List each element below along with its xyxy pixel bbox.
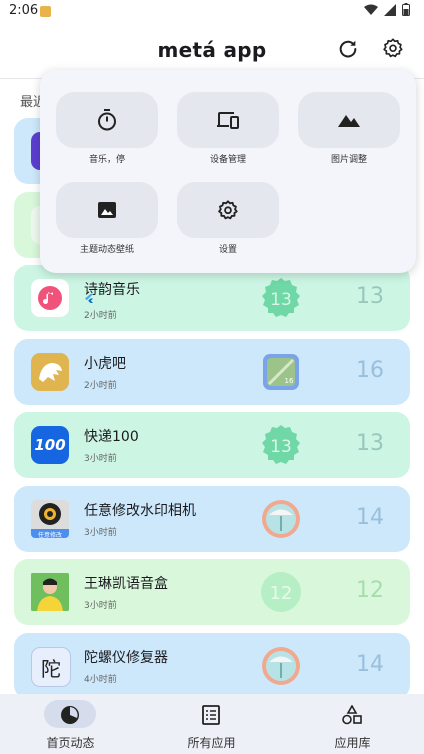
device-management-button[interactable]	[177, 92, 279, 148]
app-version: 14	[356, 505, 384, 530]
app-update-time: 3小时前	[84, 601, 117, 611]
app-version: 12	[356, 578, 384, 603]
signal-icon	[384, 3, 396, 16]
nav-label-app-library: 应用库	[334, 736, 371, 750]
music-stop-button[interactable]	[56, 92, 158, 148]
nav-item-app-library[interactable]: 应用库	[282, 694, 423, 754]
android-14-badge-icon	[262, 647, 300, 685]
list-icon	[202, 705, 220, 725]
status-bar: 2:06	[0, 0, 424, 24]
svg-text:13: 13	[270, 290, 292, 310]
settings-button[interactable]	[177, 182, 279, 238]
status-time: 2:06	[9, 3, 39, 18]
tiger-app-icon	[31, 353, 69, 391]
app-title: metá app	[157, 38, 267, 62]
notification-app-icon	[40, 6, 51, 17]
app-name: 小虎吧	[84, 356, 126, 372]
camera-app-icon: 任意修改	[31, 500, 69, 538]
app-name: 陀螺仪修复器	[84, 650, 168, 666]
svg-text:12: 12	[270, 583, 293, 604]
timer-icon	[98, 109, 116, 131]
voice-box-app-icon	[31, 573, 69, 611]
tiger-icon	[39, 363, 62, 382]
android-14-badge-icon	[262, 500, 300, 538]
home-feed-icon	[61, 706, 79, 724]
theme-wallpaper-button[interactable]	[56, 182, 158, 238]
nav-item-all-apps[interactable]: 所有应用	[141, 694, 282, 754]
refresh-icon[interactable]	[337, 38, 359, 60]
svg-text:13: 13	[270, 437, 292, 457]
music-app-icon	[31, 279, 69, 317]
image-adjust-button[interactable]	[298, 92, 400, 148]
app-version: 13	[356, 284, 384, 309]
android-13-badge-icon: 13	[262, 278, 300, 317]
quick-actions-panel: 音乐，停 设备管理 图片调整 主题动态壁纸 设置	[40, 70, 416, 273]
device-management-label: 设备管理	[209, 155, 246, 165]
app-version: 13	[356, 431, 384, 456]
android-13-badge-icon: 13	[262, 425, 300, 464]
app-card-xiaohuba[interactable]: 小虎吧 2小时前 16 16	[14, 339, 410, 405]
music-note-icon	[38, 286, 62, 310]
gear-icon	[218, 200, 238, 220]
app-card-watermark-camera[interactable]: 任意修改 任意修改水印相机 3小时前 14	[14, 486, 410, 552]
nav-label-home-feed: 首页动态	[46, 736, 95, 750]
kuaidi100-logo-text: 100	[34, 436, 66, 454]
wifi-icon	[364, 4, 378, 15]
shapes-icon	[342, 705, 362, 725]
app-card-voice-box[interactable]: 王琳凯语音盒 3小时前 12 12	[14, 559, 410, 625]
app-name: 任意修改水印相机	[84, 503, 196, 519]
camera-icon-caption: 任意修改	[37, 532, 62, 538]
app-update-time: 2小时前	[84, 311, 117, 321]
app-update-time: 3小时前	[84, 454, 117, 464]
svg-text:16: 16	[285, 377, 294, 385]
app-update-time: 4小时前	[84, 675, 117, 685]
android-12-badge-icon: 12	[261, 572, 301, 612]
settings-icon[interactable]	[382, 37, 404, 59]
app-card-shiyun-music[interactable]: 诗韵音乐 2小时前 13 13	[14, 265, 410, 331]
app-update-time: 2小时前	[84, 381, 117, 391]
landscape-icon	[338, 115, 360, 127]
app-version: 14	[356, 652, 384, 677]
app-card-gyro-fixer[interactable]: 陀 陀螺仪修复器 4小时前 14	[14, 633, 410, 699]
app-name: 王琳凯语音盒	[84, 576, 168, 592]
bottom-navigation: 首页动态 所有应用 应用库	[0, 694, 424, 754]
app-update-time: 3小时前	[84, 528, 117, 538]
kuaidi100-app-icon: 100	[31, 426, 69, 464]
android-16-badge-icon: 16	[263, 354, 299, 390]
image-adjust-label: 图片调整	[330, 155, 367, 165]
music-stop-label: 音乐，停	[88, 155, 125, 165]
devices-icon	[217, 112, 239, 129]
avatar-photo-icon	[31, 573, 69, 611]
app-name: 快递100	[84, 429, 139, 445]
gyro-icon-char: 陀	[41, 656, 61, 681]
nav-item-home-feed[interactable]: 首页动态	[0, 694, 141, 754]
status-icons	[364, 3, 410, 16]
app-card-kuaidi100[interactable]: 100 快递100 3小时前 13 13	[14, 412, 410, 478]
gyro-app-icon: 陀	[31, 647, 71, 687]
nav-label-all-apps: 所有应用	[187, 736, 236, 750]
flutter-icon	[85, 294, 94, 303]
battery-icon	[402, 3, 410, 16]
image-icon	[98, 202, 116, 218]
theme-wallpaper-label: 主题动态壁纸	[79, 245, 134, 255]
settings-label: 设置	[218, 245, 237, 255]
app-version: 16	[356, 358, 384, 383]
